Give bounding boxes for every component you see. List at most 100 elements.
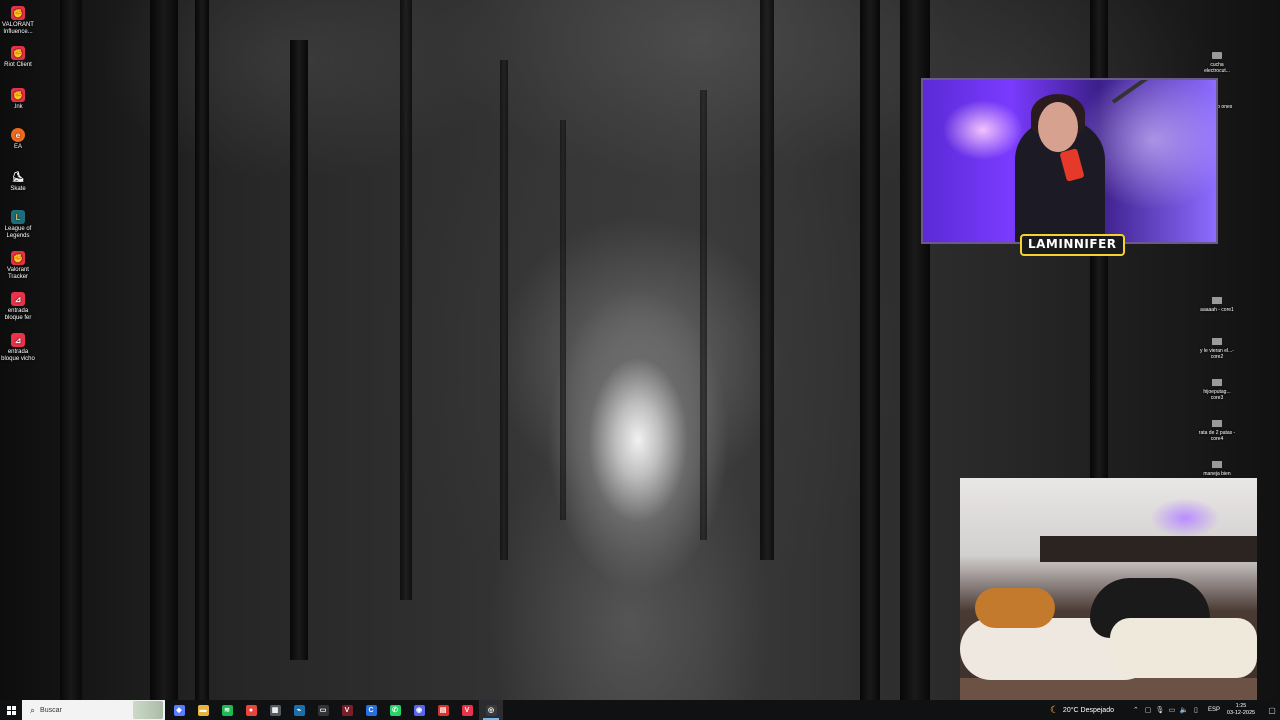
tree-trunk	[760, 0, 774, 560]
tree-trunk	[860, 0, 880, 700]
desktop-icon-file[interactable]: y le vieran el...-core2	[1197, 338, 1237, 360]
desktop-icon-league-of-legends[interactable]: L League of Legends	[0, 210, 36, 240]
desktop-icon-entrada-vicho[interactable]: ⊿ entrada bloque vicho	[0, 333, 36, 363]
clock[interactable]: 1:25 03-12-2025	[1226, 703, 1256, 717]
desktop-icon-label: aaaaah - core1	[1200, 307, 1234, 313]
taskbar-app-button[interactable]: ●	[239, 700, 263, 720]
taskbar-app-button[interactable]: ◆	[167, 700, 191, 720]
desktop-icon-label: .lnk	[13, 104, 23, 110]
weather-widget[interactable]: ☾ 20°C Despejado	[1050, 705, 1114, 716]
discord-icon: ◉	[413, 704, 425, 716]
video-file-icon	[1212, 420, 1222, 427]
clock-date: 03-12-2025	[1226, 710, 1256, 716]
desktop-icon-label: entrada bloque vicho	[1, 349, 35, 362]
desktop-icon-skate[interactable]: ⛸ Skate	[0, 170, 36, 193]
video-file-icon	[1212, 297, 1222, 304]
desktop-icon-label: cucha electrocut...	[1204, 62, 1230, 74]
tree-trunk	[60, 0, 82, 700]
desktop-icon-label: entrada bloque fer	[4, 308, 32, 321]
taskbar-app-button[interactable]: C	[359, 700, 383, 720]
streamer-face	[1038, 102, 1078, 152]
video-file-icon	[1212, 461, 1222, 468]
plush-toy	[975, 588, 1055, 628]
riot-icon: ✊	[11, 46, 25, 60]
calculator-icon: ▦	[269, 704, 281, 716]
desktop-icon-riot-client[interactable]: ✊ Riot Client	[0, 46, 36, 69]
taskbar-apps: ◆ ▬ ≋ ● ▦ ⌁ ▭ V C ✆ ◉ ▤ V ◎	[167, 700, 503, 720]
desktop-icon-label: EA	[13, 144, 22, 150]
video-file-icon	[1212, 338, 1222, 345]
battery-icon[interactable]: ▯	[1190, 706, 1202, 714]
taskbar-app-button[interactable]: ▦	[263, 700, 287, 720]
obs-red-icon: ▤	[437, 704, 449, 716]
file-explorer-icon: ▬	[197, 704, 209, 716]
taskbar-app-button[interactable]: ◉	[407, 700, 431, 720]
chrome-icon: ●	[245, 704, 257, 716]
taskbar-app-button[interactable]: V	[335, 700, 359, 720]
tray-app-icon[interactable]: ▢	[1142, 706, 1154, 714]
riot-icon: ✊	[11, 251, 25, 265]
lol-icon: L	[11, 210, 25, 224]
vanguard-icon: V	[341, 704, 353, 716]
volume-icon[interactable]: 🔈	[1178, 706, 1190, 714]
windows-icon	[6, 705, 16, 715]
weather-text: 20°C Despejado	[1062, 706, 1114, 714]
desktop-icon-file[interactable]: maneja bien	[1197, 461, 1237, 477]
streamer-nameplate: LAMINNIFER	[1020, 234, 1125, 256]
spotted-blanket	[1110, 618, 1257, 678]
taskbar-search[interactable]: ⌕ Buscar	[22, 700, 165, 720]
desktop-icon-label: League of Legends	[4, 226, 32, 239]
desktop-icon-ea[interactable]: e EA	[0, 128, 36, 151]
riot-icon: ✊	[11, 88, 25, 102]
tree-trunk	[560, 120, 566, 520]
taskbar-app-button[interactable]: ▤	[431, 700, 455, 720]
lamp-glow	[1150, 498, 1220, 538]
pdf-icon: ⊿	[11, 333, 25, 347]
desktop-icon-entrada-fer[interactable]: ⊿ entrada bloque fer	[0, 292, 36, 322]
desktop-icon-valorant[interactable]: ✊ VALORANT Influence...	[0, 6, 36, 36]
taskbar-app-button[interactable]: ≋	[215, 700, 239, 720]
whatsapp-icon: ✆	[389, 704, 401, 716]
desktop-icon-lnk[interactable]: ✊ .lnk	[0, 88, 36, 111]
skate-icon: ⛸	[11, 171, 25, 183]
start-button[interactable]	[0, 700, 22, 720]
desktop-icon-label: Riot Client	[4, 62, 32, 68]
tree-trunk	[150, 0, 178, 700]
notification-icon[interactable]: ▢	[1264, 706, 1280, 715]
desktop-icon-file[interactable]: cucha electrocut...	[1197, 52, 1237, 74]
microphone-icon[interactable]: 🎙	[1154, 706, 1166, 714]
taskbar-app-button[interactable]: V	[455, 700, 479, 720]
taskbar-app-button[interactable]: ▭	[311, 700, 335, 720]
refresh-app-icon: C	[365, 704, 377, 716]
floor	[960, 678, 1257, 700]
taskbar-app-button[interactable]: ▬	[191, 700, 215, 720]
tree-trunk	[195, 0, 209, 700]
desktop-icon-file[interactable]: rata de 2 patas -core4	[1197, 420, 1237, 442]
tree-trunk	[290, 40, 308, 660]
desktop-icon-file[interactable]: aaaaah - core1	[1197, 297, 1237, 313]
desktop-icon-label: Valorant Tracker	[7, 267, 29, 280]
moon-icon: ☾	[1049, 704, 1059, 716]
system-tray: ☾ 20°C Despejado ⌃ ▢ 🎙 ▭ 🔈 ▯ ESP 1:25 03…	[1050, 700, 1280, 720]
search-icon: ⌕	[30, 704, 36, 715]
taskbar-app-button[interactable]: ✆	[383, 700, 407, 720]
taskbar-app-button[interactable]: ⌁	[287, 700, 311, 720]
taskbar-app-button[interactable]: ◎	[479, 700, 503, 720]
tree-trunk	[700, 90, 707, 540]
desktop-icon-file[interactable]: hijoeputag... core3	[1197, 379, 1237, 401]
taskbar: ⌕ Buscar ◆ ▬ ≋ ● ▦ ⌁ ▭ V C ✆ ◉ ▤ V ◎ ☾ 20°C Despejado…	[0, 700, 1280, 720]
desktop-icon-label: hijoeputag... core3	[1203, 389, 1231, 401]
steam-icon: ⌁	[293, 704, 305, 716]
riot-icon: ✊	[11, 6, 25, 20]
network-icon[interactable]: ▭	[1166, 706, 1178, 714]
desktop-icon-label: Skate	[10, 186, 26, 192]
video-file-icon	[1212, 379, 1222, 386]
search-placeholder: Buscar	[40, 706, 62, 714]
clock-time: 1:25	[1235, 703, 1247, 709]
shelf	[1040, 536, 1257, 562]
obs-icon: ◎	[485, 704, 497, 716]
language-indicator[interactable]: ESP	[1208, 707, 1220, 713]
pdf-icon: ⊿	[11, 292, 25, 306]
chevron-up-icon[interactable]: ⌃	[1130, 706, 1142, 714]
desktop-icon-valorant-tracker[interactable]: ✊ Valorant Tracker	[0, 251, 36, 281]
